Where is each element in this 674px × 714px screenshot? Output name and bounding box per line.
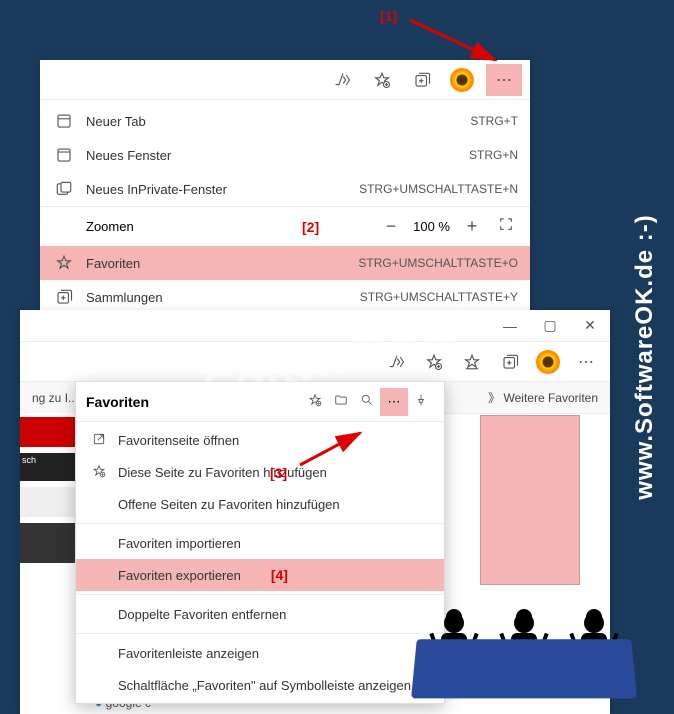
main-menu-list: Neuer Tab STRG+T Neues Fenster STRG+N Ne… (40, 100, 530, 318)
fmenu-label: Favoritenleiste anzeigen (118, 646, 259, 661)
menu-new-tab[interactable]: Neuer Tab STRG+T (40, 104, 530, 138)
annotation-arrow-3 (290, 425, 380, 478)
add-favorite-icon[interactable] (418, 346, 450, 378)
more-menu-button[interactable]: ⋯ (570, 346, 602, 378)
menu-shortcut: STRG+N (469, 148, 518, 162)
zoom-value: 100 % (413, 219, 450, 234)
fav-open-page[interactable]: Favoritenseite öffnen (76, 424, 444, 456)
menu-label: Neuer Tab (86, 114, 470, 129)
fav-bar-more[interactable]: 》 Weitere Favoriten (488, 389, 598, 406)
add-folder-icon[interactable] (328, 393, 354, 410)
edge-main-menu-panel: ⋯ Neuer Tab STRG+T Neues Fenster STRG+N … (40, 60, 530, 318)
add-favorite-icon[interactable] (302, 393, 328, 410)
collections-icon (52, 288, 76, 306)
fav-show-bar[interactable]: Favoritenleiste anzeigen › (76, 637, 444, 669)
menu-zoom: Zoomen [2] − 100 % + (40, 206, 530, 246)
menu-shortcut: STRG+UMSCHALTTASTE+O (358, 256, 518, 270)
menu-shortcut: STRG+UMSCHALTTASTE+Y (360, 290, 518, 304)
favorites-header: Favoriten ⋯ (76, 382, 444, 422)
window-titlebar: — ▢ ✕ (20, 310, 610, 342)
favorites-star-icon[interactable] (366, 64, 398, 96)
favorites-more-button[interactable]: ⋯ (380, 388, 408, 416)
new-tab-icon (52, 112, 76, 130)
inprivate-icon (52, 180, 76, 198)
search-icon[interactable] (354, 393, 380, 410)
fullscreen-button[interactable] (494, 215, 518, 238)
fav-import[interactable]: Favoriten importieren (76, 527, 444, 559)
maximize-button[interactable]: ▢ (530, 317, 570, 334)
fav-bar-item-truncated[interactable]: ng zu I... (32, 391, 78, 405)
close-button[interactable]: ✕ (570, 317, 610, 334)
favorites-icon[interactable] (456, 346, 488, 378)
fav-show-button[interactable]: Schaltfläche „Favoriten" auf Symbolleist… (76, 669, 444, 701)
fmenu-label: Favoriten importieren (118, 536, 241, 551)
fav-add-page[interactable]: Diese Seite zu Favoriten hinzufügen (76, 456, 444, 488)
annotation-2: [2] (302, 219, 319, 235)
menu-new-window[interactable]: Neues Fenster STRG+N (40, 138, 530, 172)
star-icon (52, 254, 76, 272)
pin-icon[interactable] (408, 393, 434, 410)
fmenu-label: Schaltfläche „Favoriten" auf Symbolleist… (118, 678, 411, 693)
profile-avatar[interactable] (532, 346, 564, 378)
fmenu-label: Favoritenseite öffnen (118, 433, 239, 448)
fmenu-label: Favoriten exportieren (118, 568, 241, 583)
zoom-in-button[interactable]: + (460, 216, 484, 237)
open-external-icon (88, 432, 110, 449)
annotation-arrow-1 (400, 10, 520, 73)
read-aloud-icon[interactable] (326, 64, 358, 96)
highlighted-region (480, 415, 580, 585)
fmenu-label: Doppelte Favoriten entfernen (118, 607, 286, 622)
menu-favorites[interactable]: Favoriten STRG+UMSCHALTTASTE+O (40, 246, 530, 280)
menu-label: Neues Fenster (86, 148, 469, 163)
minimize-button[interactable]: — (490, 318, 530, 334)
fmenu-label: Offene Seiten zu Favoriten hinzufügen (118, 497, 340, 512)
annotation-4: [4] (271, 567, 288, 583)
menu-label: Sammlungen (86, 290, 360, 305)
menu-collections[interactable]: Sammlungen STRG+UMSCHALTTASTE+Y (40, 280, 530, 314)
read-aloud-icon[interactable] (380, 346, 412, 378)
page-content-behind: sch (20, 413, 75, 673)
watermark-vertical: www.SoftwareOK.de :-) (631, 214, 659, 499)
annotation-3: [3] (270, 465, 287, 481)
fav-export[interactable]: Favoriten exportieren [4] (76, 559, 444, 591)
menu-label: Neues InPrivate-Fenster (86, 182, 359, 197)
menu-shortcut: STRG+T (470, 114, 518, 128)
fav-add-open-pages[interactable]: Offene Seiten zu Favoriten hinzufügen (76, 488, 444, 520)
collections-icon[interactable] (494, 346, 526, 378)
menu-new-inprivate[interactable]: Neues InPrivate-Fenster STRG+UMSCHALTTAS… (40, 172, 530, 206)
browser-toolbar: ⋯ (20, 342, 610, 382)
menu-shortcut: STRG+UMSCHALTTASTE+N (359, 182, 518, 196)
fav-remove-duplicates[interactable]: Doppelte Favoriten entfernen (76, 598, 444, 630)
favorites-popup: Favoriten ⋯ Favoritenseite öffnen Diese … (75, 381, 445, 704)
annotation-1: [1] (380, 8, 397, 24)
judges-illustration: 8 7 9 (414, 568, 634, 698)
new-window-icon (52, 146, 76, 164)
menu-label: Favoriten (86, 256, 358, 271)
favorites-submenu: Favoritenseite öffnen Diese Seite zu Fav… (76, 422, 444, 703)
zoom-label: Zoomen (86, 219, 302, 234)
star-add-icon (88, 464, 110, 481)
favorites-title: Favoriten (86, 394, 302, 410)
zoom-out-button[interactable]: − (379, 216, 403, 237)
